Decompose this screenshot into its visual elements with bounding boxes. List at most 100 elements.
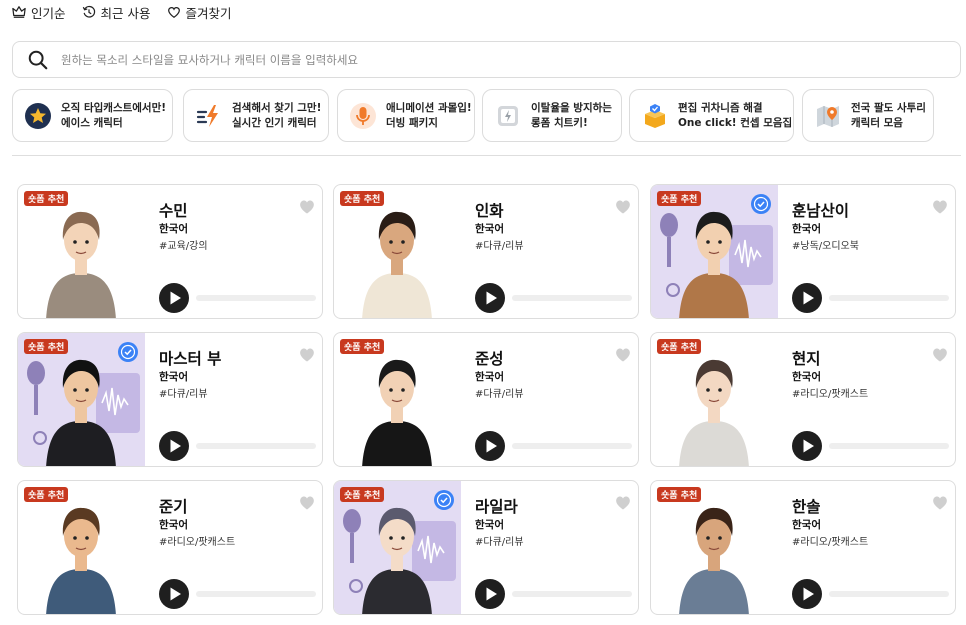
character-language: 한국어 [475, 371, 504, 383]
play-button[interactable] [792, 431, 822, 461]
character-name: 마스터 부 [159, 350, 222, 368]
shortform-badge: 숏폼 추천 [657, 339, 702, 354]
favorite-heart-icon[interactable] [615, 199, 631, 214]
chip-line2: 롱폼 치트키! [531, 116, 588, 129]
shortform-badge: 숏폼 추천 [340, 487, 385, 502]
character-card[interactable]: 숏폼 추천 라일라 한국어 #다큐/리뷰 [333, 480, 639, 615]
chip-dubbing-package[interactable]: 애니메이션 과몰입! 더빙 패키지 [337, 89, 475, 142]
character-tag: #라디오/팟캐스트 [159, 537, 236, 548]
character-tag: #라디오/팟캐스트 [792, 537, 869, 548]
audio-progress-bar[interactable] [196, 591, 316, 597]
play-button[interactable] [475, 431, 505, 461]
character-language: 한국어 [792, 371, 821, 383]
star-icon [23, 101, 53, 131]
chip-line2: 더빙 패키지 [386, 116, 438, 129]
character-tag: #낭독/오디오북 [792, 241, 859, 252]
character-tag: #다큐/리뷰 [475, 537, 524, 548]
character-language: 한국어 [159, 371, 188, 383]
shortform-badge: 숏폼 추천 [24, 487, 69, 502]
tab-recent[interactable]: 최근 사용 [82, 3, 151, 22]
chip-line2: One click! 컨셉 모음집 [678, 116, 793, 129]
favorite-heart-icon[interactable] [932, 347, 948, 362]
play-button[interactable] [159, 283, 189, 313]
shortform-badge: 숏폼 추천 [340, 339, 385, 354]
tab-label: 즐겨찾기 [185, 5, 232, 21]
character-card[interactable]: 숏폼 추천훈남산이한국어 #낭독/오디오북 [650, 184, 956, 319]
character-tag: #다큐/리뷰 [475, 389, 524, 400]
audio-progress-bar[interactable] [829, 591, 949, 597]
chip-line2: 실시간 인기 캐릭터 [232, 116, 317, 129]
character-card[interactable]: 숏폼 추천 준성 한국어 #다큐/리뷰 [333, 332, 639, 467]
chip-line2: 에이스 캐릭터 [61, 116, 123, 129]
character-tag: #라디오/팟캐스트 [792, 389, 869, 400]
character-card[interactable]: 숏폼 추천 한솔 한국어 #라디오/팟캐스트 [650, 480, 956, 615]
verified-icon [434, 490, 454, 510]
search-icon [28, 50, 48, 69]
shortform-badge: 숏폼 추천 [657, 487, 702, 502]
heart-icon [167, 7, 180, 19]
character-card[interactable]: 숏폼 추천 인화 한국어 #다큐/리뷰 [333, 184, 639, 319]
verified-icon [751, 194, 771, 214]
favorite-heart-icon[interactable] [932, 199, 948, 214]
character-name: 현지 [792, 350, 821, 368]
character-name: 준기 [159, 498, 188, 516]
tab-label: 인기순 [31, 5, 66, 21]
character-language: 한국어 [159, 223, 188, 235]
bolt-badge-icon [493, 101, 523, 131]
search-bar [12, 41, 961, 78]
favorite-heart-icon[interactable] [615, 495, 631, 510]
favorite-heart-icon[interactable] [932, 495, 948, 510]
character-tag: #다큐/리뷰 [475, 241, 524, 252]
chip-line1: 이탈율을 방지하는 [531, 101, 612, 114]
audio-progress-bar[interactable] [829, 295, 949, 301]
character-tag: #교육/강의 [159, 241, 208, 252]
tab-favorites[interactable]: 즐겨찾기 [167, 3, 232, 22]
shortform-badge: 숏폼 추천 [657, 191, 702, 206]
chip-line1: 오직 타입캐스트에서만! [61, 101, 167, 114]
character-language: 한국어 [792, 519, 821, 531]
lightning-icon [194, 101, 224, 131]
favorite-heart-icon[interactable] [299, 199, 315, 214]
play-button[interactable] [159, 579, 189, 609]
play-button[interactable] [475, 579, 505, 609]
character-language: 한국어 [475, 223, 504, 235]
sort-tabs: 인기순 최근 사용 즐겨찾기 [12, 2, 232, 22]
character-name: 훈남산이 [792, 202, 850, 220]
character-language: 한국어 [792, 223, 821, 235]
character-name: 라일라 [475, 498, 518, 516]
chip-longform-cheat[interactable]: 이탈율을 방지하는롱폼 치트키! [482, 89, 622, 142]
audio-progress-bar[interactable] [196, 295, 316, 301]
chip-line1: 전국 팔도 사투리 [851, 101, 926, 114]
character-language: 한국어 [159, 519, 188, 531]
play-button[interactable] [159, 431, 189, 461]
audio-progress-bar[interactable] [829, 443, 949, 449]
character-card[interactable]: 숏폼 추천현지한국어 #라디오/팟캐스트 [650, 332, 956, 467]
chip-line1: 애니메이션 과몰입! [386, 101, 472, 114]
play-button[interactable] [792, 283, 822, 313]
audio-progress-bar[interactable] [512, 443, 632, 449]
audio-progress-bar[interactable] [512, 591, 632, 597]
chip-popular-characters[interactable]: 검색해서 찾기 그만! 실시간 인기 캐릭터 [183, 89, 329, 142]
crown-icon [12, 6, 26, 18]
chip-ace-characters[interactable]: 오직 타입캐스트에서만! 에이스 캐릭터 [12, 89, 173, 142]
chip-line1: 편집 귀차니즘 해결 [678, 101, 763, 114]
shortform-badge: 숏폼 추천 [340, 191, 385, 206]
chip-concept-collection[interactable]: 편집 귀차니즘 해결 One click! 컨셉 모음집 [629, 89, 794, 142]
shortform-badge: 숏폼 추천 [24, 339, 69, 354]
play-button[interactable] [792, 579, 822, 609]
map-icon [813, 101, 843, 131]
chip-line2: 캐릭터 모음 [851, 116, 903, 129]
favorite-heart-icon[interactable] [615, 347, 631, 362]
character-card[interactable]: 숏폼 추천 수민 한국어 #교육/강의 [17, 184, 323, 319]
favorite-heart-icon[interactable] [299, 347, 315, 362]
character-card[interactable]: 숏폼 추천준기한국어 #라디오/팟캐스트 [17, 480, 323, 615]
favorite-heart-icon[interactable] [299, 495, 315, 510]
shortform-badge: 숏폼 추천 [24, 191, 69, 206]
audio-progress-bar[interactable] [512, 295, 632, 301]
chip-dialect-characters[interactable]: 전국 팔도 사투리캐릭터 모음 [802, 89, 934, 142]
character-card[interactable]: 숏폼 추천 마스터 부 한국어 #다큐/리뷰 [17, 332, 323, 467]
audio-progress-bar[interactable] [196, 443, 316, 449]
tab-popular[interactable]: 인기순 [12, 3, 66, 22]
search-input[interactable] [61, 52, 960, 67]
play-button[interactable] [475, 283, 505, 313]
